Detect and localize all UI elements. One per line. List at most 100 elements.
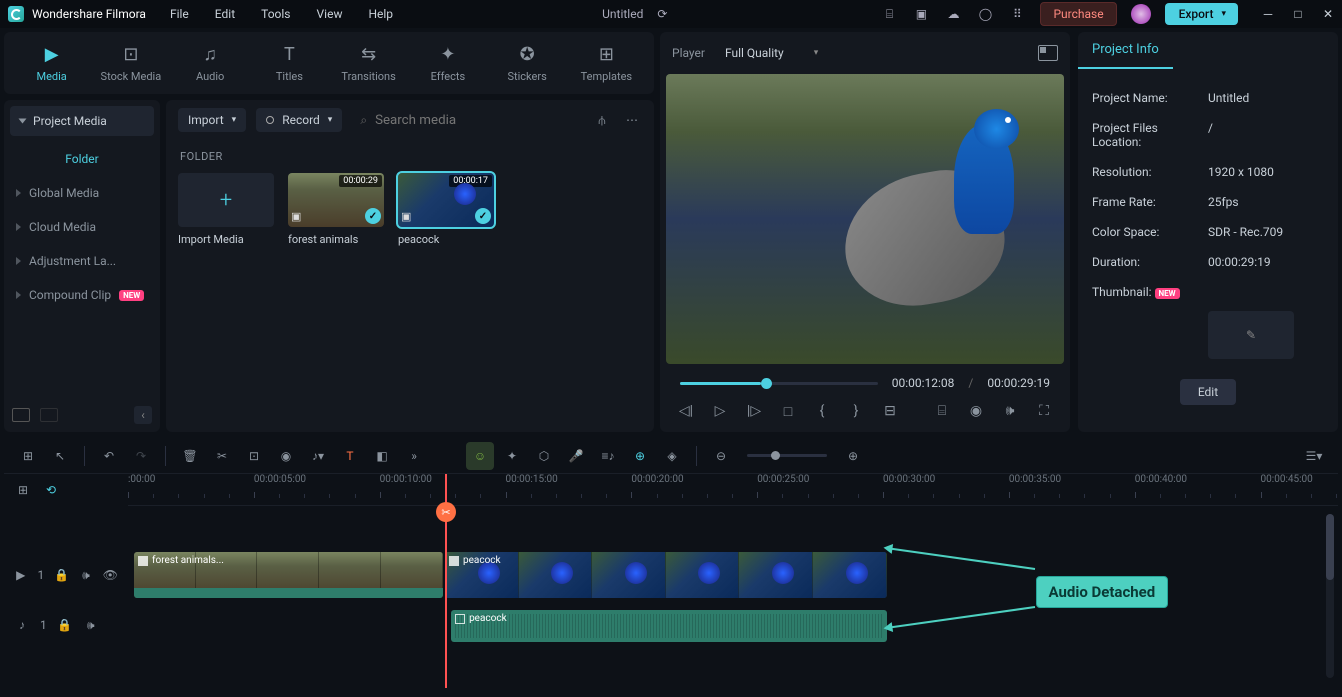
undo-button[interactable]: ↶ [95,442,123,470]
project-media-button[interactable]: Project Media [10,106,154,136]
more-button[interactable]: ⋯ [622,110,642,130]
zoom-in-button[interactable]: ⊕ [839,442,867,470]
import-dropdown[interactable]: Import▾ [178,108,246,132]
folder-tab[interactable]: Folder [4,142,160,176]
mark-out-button[interactable]: } [848,402,864,420]
mark-in-button[interactable]: { [814,402,830,420]
lock-icon[interactable]: 🔒 [54,567,69,583]
headset-icon[interactable]: ◯ [976,5,994,23]
play-button[interactable]: ▷ [712,402,728,420]
close-button[interactable]: ✕ [1322,8,1334,20]
maximize-button[interactable]: □ [1292,8,1304,20]
project-info-tab[interactable]: Project Info [1078,32,1173,69]
tab-transitions[interactable]: ⇆Transitions [333,38,404,89]
new-folder-icon[interactable] [12,408,30,422]
video-track-header[interactable]: ▶ 1 🔒 🕪 👁 [4,550,128,600]
split-button[interactable]: ✂ [208,442,236,470]
cloud-icon[interactable]: ☁ [944,5,962,23]
search-input[interactable] [375,113,574,128]
ratio-button[interactable]: ⊟ [882,402,898,420]
menu-tools[interactable]: Tools [261,7,290,21]
quality-dropdown[interactable]: Full Quality▾ [717,42,826,64]
menu-edit[interactable]: Edit [215,7,235,21]
thumbnail-edit-box[interactable]: ✎ [1208,311,1294,359]
link-button[interactable]: ⟲ [42,481,60,499]
sync-icon[interactable]: ⟳ [653,5,671,23]
timeline-tracks[interactable]: :00:0000:00:05:0000:00:10:0000:00:15:000… [128,474,1338,688]
avatar[interactable] [1131,4,1151,24]
text-tool-button[interactable]: T [336,442,364,470]
marker-button[interactable]: ⬡ [530,442,558,470]
timeline-ruler[interactable]: :00:0000:00:05:0000:00:10:0000:00:15:000… [128,474,1338,506]
stop-button[interactable]: □ [780,402,796,420]
visibility-icon[interactable]: 👁 [103,567,118,583]
zoom-slider[interactable] [747,454,827,457]
effect-button[interactable]: ✦ [498,442,526,470]
export-button[interactable]: Export ▾ [1165,3,1238,25]
next-frame-button[interactable]: |▷ [746,402,762,420]
track-options-button[interactable]: ⊞ [14,442,42,470]
prev-frame-button[interactable]: ◁| [678,402,694,420]
save-icon[interactable]: ▣ [912,5,930,23]
collapse-sidebar-button[interactable]: ‹ [134,406,152,424]
more-tools-button[interactable]: » [400,442,428,470]
magnet-button[interactable]: ⊕ [626,442,654,470]
redo-button[interactable]: ↷ [127,442,155,470]
media-card-peacock[interactable]: 00:00:17 ▣ ✓ peacock [398,173,494,246]
sidebar-item-adjustment-layer[interactable]: Adjustment La... [4,244,160,278]
purchase-button[interactable]: Purchase [1040,2,1116,26]
preview-viewport[interactable] [666,74,1064,364]
video-clip-peacock[interactable]: peacock [445,552,887,598]
tab-titles[interactable]: TTitles [254,38,325,89]
apps-icon[interactable]: ⠿ [1008,5,1026,23]
list-view-button[interactable]: ☰▾ [1300,442,1328,470]
audio-track-lane[interactable]: peacock [128,602,1338,652]
tab-stickers[interactable]: ✪Stickers [492,38,563,89]
sidebar-item-global-media[interactable]: Global Media [4,176,160,210]
audio-clip-peacock[interactable]: peacock [451,610,887,642]
menu-help[interactable]: Help [368,7,393,21]
scrub-bar[interactable] [680,382,878,385]
tab-media[interactable]: ▶Media [16,38,87,89]
display-button[interactable]: ⌸ [934,402,950,420]
tab-stock-media[interactable]: ⊡Stock Media [95,38,166,89]
mute-icon[interactable]: 🕪 [79,567,93,583]
mixer-button[interactable]: ≡♪ [594,442,622,470]
media-card-forest[interactable]: 00:00:29 ▣ ✓ forest animals [288,173,384,246]
speed-button[interactable]: ◉ [272,442,300,470]
menu-file[interactable]: File [170,7,189,21]
volume-button[interactable]: 🕪 [1002,402,1018,420]
playhead-handle-icon[interactable]: ✂ [436,502,456,522]
sidebar-item-compound-clip[interactable]: Compound ClipNEW [4,278,160,312]
delete-button[interactable]: 🗑 [176,442,204,470]
color-button[interactable]: ◧ [368,442,396,470]
audio-tool-button[interactable]: ♪▾ [304,442,332,470]
voiceover-button[interactable]: 🎤 [562,442,590,470]
crop-button[interactable]: ⊡ [240,442,268,470]
keyframe-button[interactable]: ◈ [658,442,686,470]
audio-track-header[interactable]: ♪ 1 🔒 🕪 [4,600,128,650]
tab-templates[interactable]: ⊞Templates [571,38,642,89]
zoom-out-button[interactable]: ⊖ [707,442,735,470]
edit-button[interactable]: Edit [1180,379,1236,405]
lock-icon[interactable]: 🔒 [57,617,73,633]
cursor-tool-button[interactable]: ↖ [46,442,74,470]
record-dropdown[interactable]: Record▾ [256,108,342,132]
import-media-card[interactable]: + Import Media [178,173,274,246]
video-clip-forest[interactable]: forest animals... [134,552,443,598]
fullscreen-button[interactable]: ⛶ [1036,402,1052,420]
minimize-button[interactable]: ─ [1262,8,1274,20]
snapshot-icon[interactable] [1038,45,1058,61]
new-bin-icon[interactable] [40,408,58,422]
device-icon[interactable]: ⌸ [880,5,898,23]
sidebar-item-cloud-media[interactable]: Cloud Media [4,210,160,244]
menu-view[interactable]: View [317,7,343,21]
playhead[interactable]: ✂ [445,474,447,688]
tab-effects[interactable]: ✦Effects [412,38,483,89]
filter-button[interactable]: ⫛ [592,110,612,130]
ai-button[interactable]: ☺ [466,442,494,470]
mute-icon[interactable]: 🕪 [83,617,99,633]
tracks-button[interactable]: ⊞ [14,481,32,499]
snapshot-button[interactable]: ◉ [968,402,984,420]
tab-audio[interactable]: ♫Audio [175,38,246,89]
